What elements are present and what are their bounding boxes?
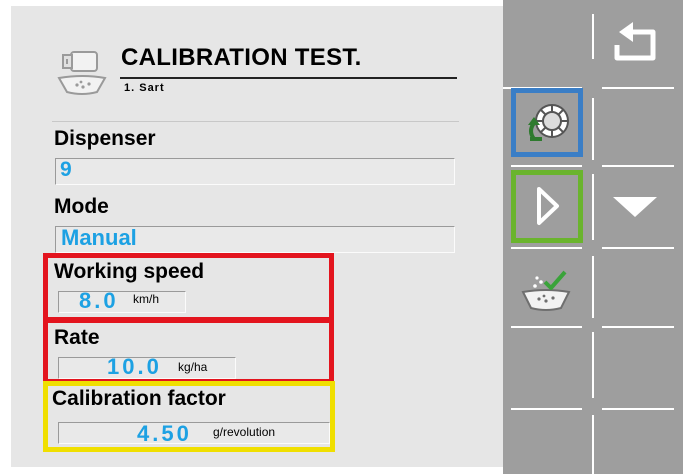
toolbar-divider <box>592 14 594 59</box>
toolbar-divider <box>602 247 674 249</box>
toolbar-divider <box>592 332 594 398</box>
dispenser-rotate-icon <box>528 104 569 141</box>
toolbar-divider <box>602 408 674 410</box>
toolbar-divider <box>602 326 674 328</box>
toolbar-divider <box>511 247 582 249</box>
page-title: CALIBRATION TEST. <box>121 44 362 71</box>
dispenser-label: Dispenser <box>54 127 156 150</box>
toolbar-divider <box>592 415 594 474</box>
calibration-screen: CALIBRATION TEST. 1. Sart Dispenser 9 Mo… <box>0 0 683 474</box>
toolbar-divider <box>602 165 674 167</box>
calibration-factor-highlight <box>43 381 335 452</box>
dispenser-value: 9 <box>60 158 72 181</box>
toolbar-divider <box>511 165 582 167</box>
play-icon <box>537 187 559 225</box>
arrow-down-icon <box>613 197 657 217</box>
toolbar-divider <box>511 326 582 328</box>
calibration-confirm-icon <box>521 270 571 311</box>
header-divider <box>52 121 459 122</box>
toolbar-divider <box>602 87 674 89</box>
rate-highlight <box>43 318 334 384</box>
start-button[interactable] <box>511 170 583 243</box>
toolbar-divider <box>592 98 594 160</box>
scroll-down-button[interactable] <box>605 183 665 229</box>
toolbar-divider <box>592 256 594 318</box>
back-button[interactable] <box>605 18 663 74</box>
mode-label: Mode <box>54 195 109 218</box>
title-underline <box>120 77 457 79</box>
dispenser-rotate-button[interactable] <box>511 88 583 157</box>
seed-dispenser-icon <box>57 51 107 95</box>
working-speed-highlight <box>43 253 334 322</box>
calibration-confirm-button[interactable] <box>517 258 575 320</box>
dispenser-field[interactable] <box>55 158 455 185</box>
step-label: 1. Sart <box>124 82 165 94</box>
mode-value: Manual <box>61 225 137 250</box>
toolbar-divider <box>511 408 582 410</box>
back-icon <box>614 22 656 61</box>
toolbar-divider <box>592 174 594 240</box>
